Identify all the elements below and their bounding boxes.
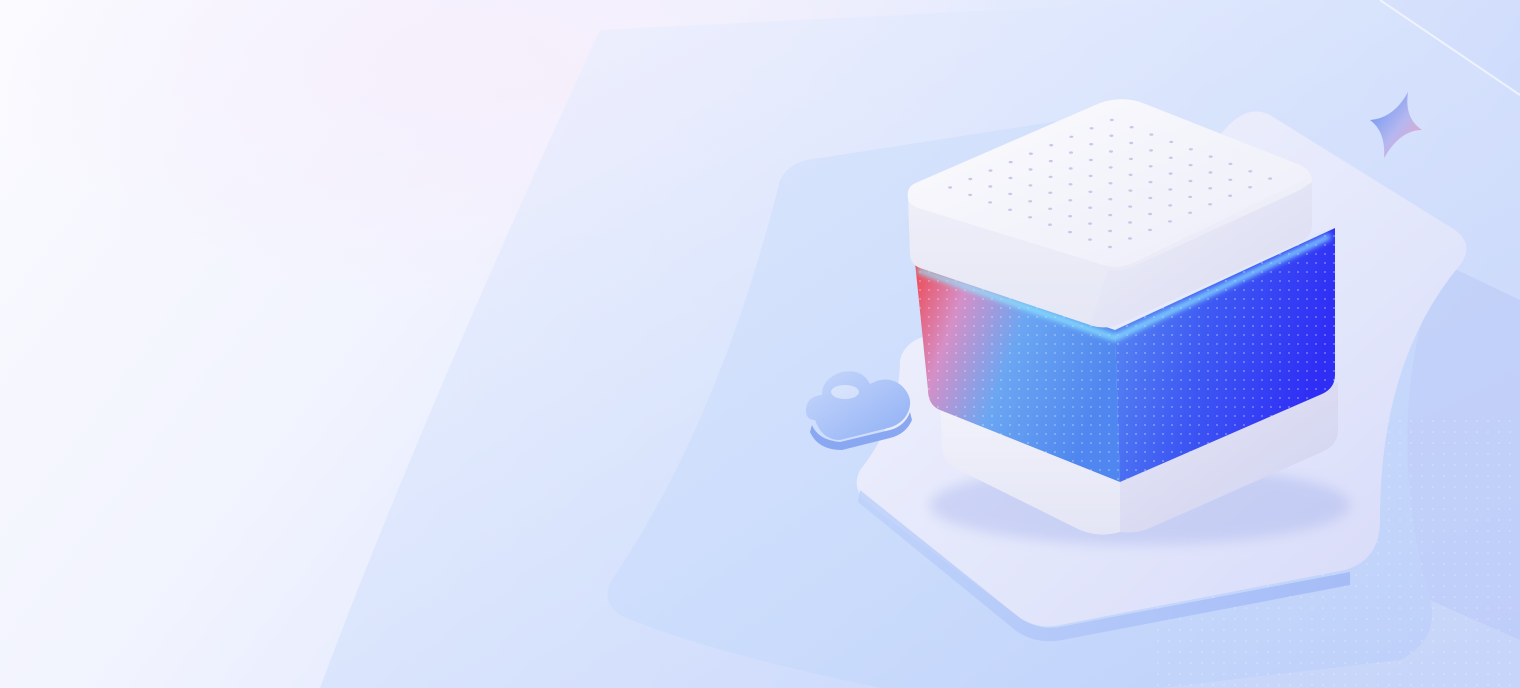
perforation-dot <box>1108 182 1113 185</box>
perforation-dot <box>1109 118 1114 122</box>
perforation-dot <box>988 185 993 188</box>
perforation-dot <box>1048 191 1053 194</box>
perforation-dot <box>1048 159 1053 163</box>
perforation-dot <box>1188 211 1193 214</box>
perforation-dot <box>1028 200 1033 203</box>
hero-illustration <box>0 0 1520 688</box>
perforation-dot <box>1028 168 1033 171</box>
perforation-dot <box>1188 179 1193 183</box>
perforation-dot <box>1008 192 1013 196</box>
perforation-dot <box>1069 151 1073 154</box>
perforation-dot <box>1188 195 1193 199</box>
perforation-dot <box>1148 212 1153 216</box>
perforation-dot <box>1088 206 1093 209</box>
perforation-dot <box>1048 207 1053 210</box>
perforation-dot <box>1148 196 1153 200</box>
perforation-dot <box>1008 208 1013 211</box>
perforation-dot <box>1049 144 1054 147</box>
perforation-dot <box>1068 230 1072 234</box>
hero-banner <box>0 0 1520 688</box>
perforation-dot <box>1248 186 1253 189</box>
perforation-dot <box>968 193 973 197</box>
perforation-dot <box>1048 223 1052 226</box>
perforation-dot <box>1129 141 1134 145</box>
perforation-dot <box>988 201 993 204</box>
perforation-dot <box>1228 194 1233 197</box>
perforation-dot <box>1108 166 1113 169</box>
perforation-dot <box>1109 150 1113 153</box>
perforation-dot <box>1089 127 1094 130</box>
perforation-dot <box>1168 220 1172 223</box>
perforation-dot <box>1028 152 1033 155</box>
perforation-dot <box>1128 189 1133 192</box>
perforation-dot <box>1168 172 1173 175</box>
perforation-dot <box>1088 158 1093 162</box>
perforation-dot <box>1028 216 1033 219</box>
perforation-dot <box>1088 222 1093 225</box>
perforation-dot <box>1088 174 1093 178</box>
perforation-dot <box>1268 177 1273 180</box>
perforation-dot <box>1129 126 1134 129</box>
perforation-dot <box>1149 133 1154 136</box>
perforation-dot <box>1068 215 1073 218</box>
perforation-dot <box>1168 188 1173 191</box>
perforation-dot <box>1128 205 1133 208</box>
perforation-dot <box>1109 134 1114 137</box>
perforation-dot <box>1168 156 1173 159</box>
perforation-dot <box>948 186 953 189</box>
perforation-dot <box>1148 180 1153 184</box>
perforation-dot <box>1068 167 1073 170</box>
perforation-dot <box>1069 135 1074 138</box>
perforation-dot <box>1128 237 1132 240</box>
perforation-dot <box>1228 162 1233 166</box>
perforation-dot <box>1148 165 1153 168</box>
perforation-dot <box>1108 213 1113 217</box>
perforation-dot <box>1248 170 1253 173</box>
perforation-dot <box>1148 228 1152 232</box>
perforation-dot <box>988 169 993 172</box>
perforation-dot <box>1149 149 1153 152</box>
perforation-dot <box>1128 173 1133 176</box>
perforation-dot <box>1088 190 1093 193</box>
perforation-dot <box>1208 203 1213 206</box>
perforation-dot <box>1108 198 1113 201</box>
perforation-dot <box>1028 184 1033 187</box>
perforation-dot <box>1169 140 1174 144</box>
perforation-dot <box>1128 157 1133 161</box>
perforation-dot <box>1188 163 1193 167</box>
perforation-dot <box>1068 199 1073 202</box>
perforation-dot <box>1168 204 1173 207</box>
perforation-dot <box>1108 245 1112 249</box>
perforation-dot <box>1128 221 1133 224</box>
perforation-dot <box>1008 176 1013 180</box>
perforation-dot <box>1228 178 1233 181</box>
perforation-dot <box>1048 175 1053 179</box>
perforation-dot <box>1208 171 1213 174</box>
perforation-dot <box>1008 160 1013 164</box>
perforation-dot <box>968 177 973 181</box>
perforation-dot <box>1208 187 1213 190</box>
perforation-dot <box>1188 148 1193 151</box>
perforation-dot <box>1088 238 1092 241</box>
perforation-dot <box>1089 143 1094 146</box>
perforation-dot <box>1208 155 1213 158</box>
perforation-dot <box>1068 183 1073 186</box>
perforation-dot <box>1108 229 1113 233</box>
